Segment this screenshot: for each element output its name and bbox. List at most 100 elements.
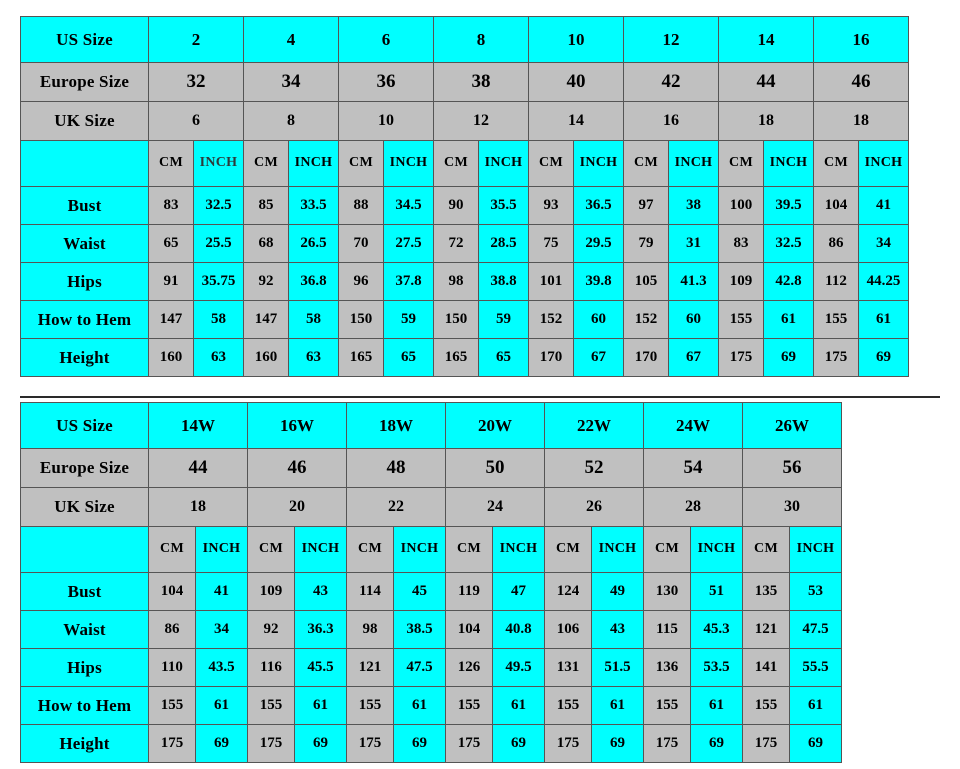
row-label-us-size: US Size <box>20 16 149 63</box>
cell-height-cm-4: 170 <box>528 338 574 377</box>
cell-height-inch-7: 69 <box>858 338 909 377</box>
cell-waist-cm-3: 72 <box>433 224 479 263</box>
uk-size-value-4: 14 <box>528 101 624 141</box>
unit-header-blank-cell <box>20 526 149 573</box>
cell-hips-inch-1: 45.5 <box>294 648 347 687</box>
us-size-value-0: 2 <box>148 16 244 63</box>
cell-how-to-hem-cm-5: 155 <box>643 686 691 725</box>
row-label-bust: Bust <box>20 186 149 225</box>
cell-height-cm-2: 165 <box>338 338 384 377</box>
cell-how-to-hem-cm-3: 155 <box>445 686 493 725</box>
cell-hips-cm-6: 141 <box>742 648 790 687</box>
cell-bust-cm-1: 85 <box>243 186 289 225</box>
standard-size-chart: US Size 2 4 6 8 10 12 14 16 Europe Size 32 34 36 38 40… <box>20 16 909 377</box>
row-label-europe-size: Europe Size <box>20 62 149 102</box>
cell-hips-cm-0: 91 <box>148 262 194 301</box>
cell-bust-inch-3: 47 <box>492 572 545 611</box>
cell-waist-inch-0: 25.5 <box>193 224 244 263</box>
cell-waist-inch-6: 32.5 <box>763 224 814 263</box>
cell-how-to-hem-inch-6: 61 <box>763 300 814 339</box>
cell-hips-cm-3: 126 <box>445 648 493 687</box>
cell-bust-inch-0: 41 <box>195 572 248 611</box>
cell-bust-inch-1: 43 <box>294 572 347 611</box>
row-label-bust: Bust <box>20 572 149 611</box>
cell-bust-cm-4: 124 <box>544 572 592 611</box>
cell-height-cm-6: 175 <box>742 724 790 763</box>
cell-bust-inch-4: 36.5 <box>573 186 624 225</box>
uk-size-value-2: 22 <box>346 487 446 527</box>
unit-header-cm-2: CM <box>338 140 384 187</box>
cell-how-to-hem-cm-4: 152 <box>528 300 574 339</box>
us-size-value-3: 20W <box>445 402 545 449</box>
cell-bust-cm-5: 130 <box>643 572 691 611</box>
cell-waist-inch-2: 38.5 <box>393 610 446 649</box>
cell-height-cm-7: 175 <box>813 338 859 377</box>
cell-hips-cm-4: 101 <box>528 262 574 301</box>
cell-waist-cm-6: 83 <box>718 224 764 263</box>
europe-size-value-6: 56 <box>742 448 842 488</box>
cell-how-to-hem-inch-6: 61 <box>789 686 842 725</box>
us-size-value-0: 14W <box>148 402 248 449</box>
cell-height-cm-6: 175 <box>718 338 764 377</box>
row-label-uk-size: UK Size <box>20 487 149 527</box>
row-label-hips: Hips <box>20 648 149 687</box>
unit-header-blank-cell <box>20 140 149 187</box>
cell-height-inch-1: 63 <box>288 338 339 377</box>
cell-how-to-hem-cm-0: 147 <box>148 300 194 339</box>
cell-waist-inch-5: 31 <box>668 224 719 263</box>
cell-height-cm-1: 175 <box>247 724 295 763</box>
unit-header-inch-2: INCH <box>393 526 446 573</box>
cell-waist-cm-5: 115 <box>643 610 691 649</box>
cell-waist-inch-3: 40.8 <box>492 610 545 649</box>
cell-how-to-hem-inch-4: 60 <box>573 300 624 339</box>
uk-size-value-0: 6 <box>148 101 244 141</box>
cell-how-to-hem-cm-2: 155 <box>346 686 394 725</box>
cell-waist-cm-3: 104 <box>445 610 493 649</box>
cell-height-cm-2: 175 <box>346 724 394 763</box>
europe-size-value-0: 32 <box>148 62 244 102</box>
cell-height-cm-5: 175 <box>643 724 691 763</box>
cell-height-cm-1: 160 <box>243 338 289 377</box>
cell-how-to-hem-cm-4: 155 <box>544 686 592 725</box>
unit-header-cm-4: CM <box>528 140 574 187</box>
cell-waist-inch-3: 28.5 <box>478 224 529 263</box>
table-row: Bust 83 32.5 85 33.5 88 34.5 90 35.5 93 36.5 97 38 10… <box>20 186 909 225</box>
unit-header-inch-3: INCH <box>492 526 545 573</box>
cell-bust-inch-5: 38 <box>668 186 719 225</box>
unit-header-inch-3: INCH <box>478 140 529 187</box>
cell-how-to-hem-cm-0: 155 <box>148 686 196 725</box>
cell-bust-cm-7: 104 <box>813 186 859 225</box>
horizontal-divider-rule <box>20 396 940 398</box>
cell-waist-inch-0: 34 <box>195 610 248 649</box>
us-size-value-5: 12 <box>623 16 719 63</box>
cell-how-to-hem-inch-7: 61 <box>858 300 909 339</box>
cell-bust-cm-5: 97 <box>623 186 669 225</box>
unit-header-cm-3: CM <box>433 140 479 187</box>
row-label-hips: Hips <box>20 262 149 301</box>
row-us-size: US Size 2 4 6 8 10 12 14 16 <box>20 16 909 63</box>
cell-waist-inch-1: 36.3 <box>294 610 347 649</box>
cell-how-to-hem-cm-1: 155 <box>247 686 295 725</box>
cell-waist-inch-5: 45.3 <box>690 610 743 649</box>
cell-how-to-hem-cm-5: 152 <box>623 300 669 339</box>
cell-bust-cm-0: 104 <box>148 572 196 611</box>
cell-bust-inch-1: 33.5 <box>288 186 339 225</box>
europe-size-value-2: 48 <box>346 448 446 488</box>
cell-how-to-hem-inch-3: 61 <box>492 686 545 725</box>
cell-waist-cm-2: 98 <box>346 610 394 649</box>
cell-waist-cm-2: 70 <box>338 224 384 263</box>
unit-header-inch-4: INCH <box>591 526 644 573</box>
cell-hips-cm-3: 98 <box>433 262 479 301</box>
uk-size-value-7: 18 <box>813 101 909 141</box>
unit-header-inch-6: INCH <box>789 526 842 573</box>
row-uk-size: UK Size 18 20 22 24 26 28 30 <box>20 487 842 527</box>
cell-bust-cm-3: 119 <box>445 572 493 611</box>
us-size-value-6: 26W <box>742 402 842 449</box>
row-label-uk-size: UK Size <box>20 101 149 141</box>
cell-hips-inch-6: 55.5 <box>789 648 842 687</box>
cell-hips-inch-2: 37.8 <box>383 262 434 301</box>
unit-header-inch-5: INCH <box>690 526 743 573</box>
cell-height-inch-0: 63 <box>193 338 244 377</box>
uk-size-value-1: 8 <box>243 101 339 141</box>
europe-size-value-7: 46 <box>813 62 909 102</box>
